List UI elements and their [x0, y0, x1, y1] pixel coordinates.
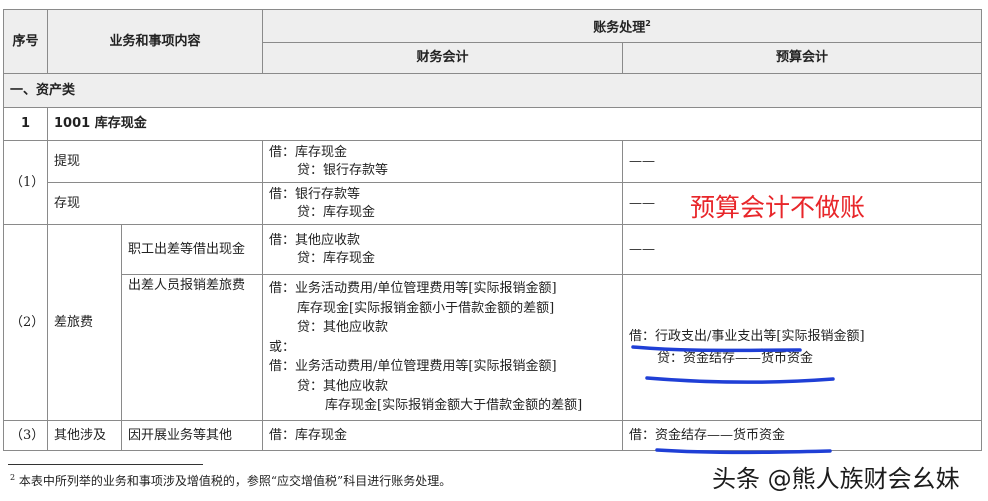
- footnote-ref: 2: [645, 18, 651, 28]
- fin-line: 贷：其他应收款: [297, 320, 389, 336]
- row2-no: （2）: [3, 224, 48, 421]
- budget-line: 贷：资金结存——货币资金: [657, 350, 814, 366]
- footnote-text: 本表中所列举的业务和事项涉及增值税的，参照“应交增值税”科目进行账务处理。: [18, 474, 452, 488]
- row1-deposit-label: 存现: [46, 182, 264, 225]
- header-no: 序号: [3, 9, 48, 74]
- row2-reimburse-budget: 借：行政支出/事业支出等[实际报销金额] 贷：资金结存——货币资金: [622, 274, 983, 421]
- section-assets: 一、资产类: [2, 73, 983, 108]
- fin-line: 借：库存现金: [269, 144, 348, 160]
- fin-line: 借：银行存款等: [269, 186, 361, 202]
- fin-line: 库存现金[实际报销金额大于借款金额的差额]: [325, 398, 583, 414]
- row2-category: 差旅费: [47, 224, 122, 421]
- header-accounting: 账务处理2: [262, 9, 983, 43]
- row3-item-budget: 借：资金结存——货币资金: [622, 420, 983, 451]
- row3-no: （3）: [3, 420, 48, 451]
- fin-line: 库存现金[实际报销金额小于借款金额的差额]: [297, 300, 555, 316]
- fin-line: 借：业务活动费用/单位管理费用等[实际报销金额]: [269, 281, 557, 297]
- row1-withdraw-budget: ——: [622, 140, 983, 183]
- fin-line: 或：: [269, 339, 296, 355]
- fin-line: 贷：库存现金: [297, 204, 376, 220]
- header-budget: 预算会计: [622, 42, 983, 74]
- row3-category: 其他涉及: [47, 420, 122, 451]
- budget-line: 借：行政支出/事业支出等[实际报销金额]: [629, 328, 865, 344]
- row1-withdraw-label: 提现: [46, 140, 264, 183]
- row3-item-financial: 借：库存现金: [262, 420, 624, 451]
- row1-withdraw-financial: 借：库存现金 贷：银行存款等: [262, 140, 624, 183]
- header-content: 业务和事项内容: [46, 9, 264, 74]
- fin-line: 借：业务活动费用/单位管理费用等[实际报销金额]: [269, 359, 557, 375]
- account-name: 1001 库存现金: [46, 107, 983, 141]
- footnote: 2 本表中所列举的业务和事项涉及增值税的，参照“应交增值税”科目进行账务处理。: [10, 472, 451, 489]
- fin-line: 贷：库存现金: [297, 250, 376, 266]
- annotation-no-budget-entry: 预算会计不做账: [690, 193, 866, 222]
- fin-line: 贷：其他应收款: [297, 378, 389, 394]
- row2-advance-financial: 借：其他应收款 贷：库存现金: [262, 224, 624, 275]
- row2-advance-label: 职工出差等借出现金: [120, 224, 264, 275]
- fin-line: 贷：银行存款等: [297, 162, 389, 178]
- accounting-table: 序号 业务和事项内容 账务处理2 财务会计 预算会计 一、资产类 1 1001 …: [2, 9, 983, 451]
- fin-line: 借：其他应收款: [269, 232, 361, 248]
- row1-deposit-financial: 借：银行存款等 贷：库存现金: [262, 182, 624, 225]
- header-accounting-label: 账务处理: [593, 20, 646, 36]
- footnote-divider: [8, 464, 203, 465]
- row3-item-label: 因开展业务等其他: [120, 420, 264, 451]
- watermark: 头条 @熊人族财会幺妹: [712, 465, 960, 493]
- header-financial: 财务会计: [262, 42, 624, 74]
- row2-advance-budget: ——: [622, 224, 983, 275]
- row2-reimburse-financial: 借：业务活动费用/单位管理费用等[实际报销金额] 库存现金[实际报销金额小于借款…: [262, 274, 624, 421]
- footnote-mark: 2: [10, 473, 16, 482]
- row1-no: （1）: [3, 140, 48, 225]
- row2-reimburse-label: 出差人员报销差旅费: [120, 274, 264, 421]
- account-no: 1: [3, 107, 48, 141]
